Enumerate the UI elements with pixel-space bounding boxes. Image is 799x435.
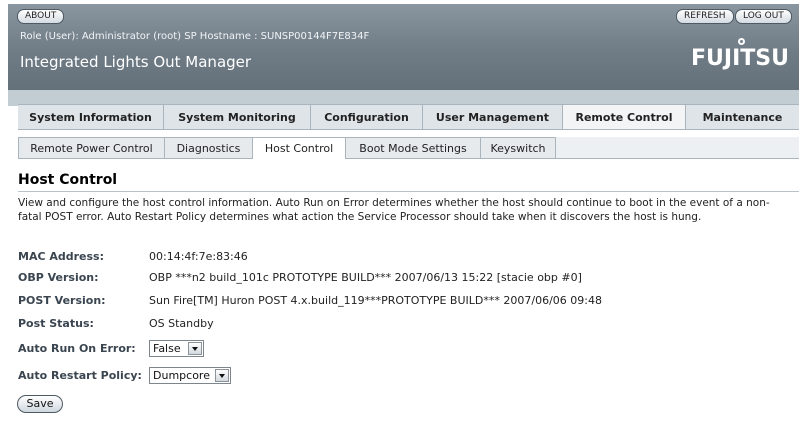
page-title: Host Control: [18, 172, 118, 188]
auto-run-selected-value: False: [153, 341, 181, 355]
page-description: View and configure the host control info…: [18, 197, 770, 223]
tab-system-monitoring[interactable]: System Monitoring: [164, 105, 311, 129]
post-status-value: OS Standby: [149, 316, 214, 330]
post-version-row: POST Version: Sun Fire[TM] Huron POST 4.…: [18, 292, 602, 308]
mac-address-row: MAC Address: 00:14:4f:7e:83:46: [18, 248, 248, 264]
post-status-row: Post Status: OS Standby: [18, 315, 214, 331]
obp-version-row: OBP Version: OBP ***n2 build_101c PROTOT…: [18, 269, 582, 285]
post-version-label: POST Version:: [18, 293, 106, 307]
main-nav-tabs: System Information System Monitoring Con…: [18, 104, 799, 130]
auto-restart-label: Auto Restart Policy:: [18, 368, 142, 382]
dropdown-arrow-icon[interactable]: [188, 341, 202, 355]
tab-system-information[interactable]: System Information: [18, 105, 164, 129]
app-title: Integrated Lights Out Manager: [20, 53, 252, 71]
tab-configuration[interactable]: Configuration: [311, 105, 423, 129]
tab-remote-control[interactable]: Remote Control: [563, 105, 686, 129]
subtab-host-control[interactable]: Host Control: [253, 137, 346, 159]
tab-maintenance[interactable]: Maintenance: [686, 105, 799, 129]
auto-restart-row: Auto Restart Policy: Dumpcore: [18, 366, 231, 384]
auto-restart-selected-value: Dumpcore: [153, 368, 210, 382]
dropdown-arrow-icon[interactable]: [215, 368, 229, 382]
role-hostname-text: Role (User): Administrator (root) SP Hos…: [20, 31, 370, 42]
logo-text: FUJITSU: [691, 46, 789, 71]
mac-address-value: 00:14:4f:7e:83:46: [149, 249, 248, 263]
mac-address-label: MAC Address:: [18, 249, 105, 263]
subtab-boot-mode-settings[interactable]: Boot Mode Settings: [346, 137, 481, 158]
obp-version-value: OBP ***n2 build_101c PROTOTYPE BUILD*** …: [149, 270, 582, 284]
tab-user-management[interactable]: User Management: [423, 105, 563, 129]
auto-restart-select[interactable]: Dumpcore: [149, 366, 231, 384]
obp-version-label: OBP Version:: [18, 270, 99, 284]
refresh-button[interactable]: REFRESH: [676, 9, 734, 24]
subtab-remote-power-control[interactable]: Remote Power Control: [18, 137, 165, 158]
subtab-diagnostics[interactable]: Diagnostics: [165, 137, 253, 158]
logout-button[interactable]: LOG OUT: [735, 9, 792, 24]
post-version-value: Sun Fire[TM] Huron POST 4.x.build_119***…: [149, 293, 602, 307]
subtab-keyswitch[interactable]: Keyswitch: [481, 137, 556, 158]
about-button[interactable]: ABOUT: [17, 9, 65, 24]
sub-nav-tabs: Remote Power Control Diagnostics Host Co…: [18, 137, 799, 159]
post-status-label: Post Status:: [18, 316, 94, 330]
logo-infinity-mark: [738, 38, 746, 45]
auto-run-label: Auto Run On Error:: [18, 341, 136, 355]
auto-run-row: Auto Run On Error: False: [18, 339, 204, 357]
title-divider: [18, 191, 799, 192]
save-button[interactable]: Save: [17, 395, 63, 413]
fujitsu-logo: FUJITSU: [691, 38, 789, 71]
auto-run-select[interactable]: False: [149, 339, 204, 357]
header-banner: ABOUT REFRESH LOG OUT Role (User): Admin…: [8, 4, 799, 90]
